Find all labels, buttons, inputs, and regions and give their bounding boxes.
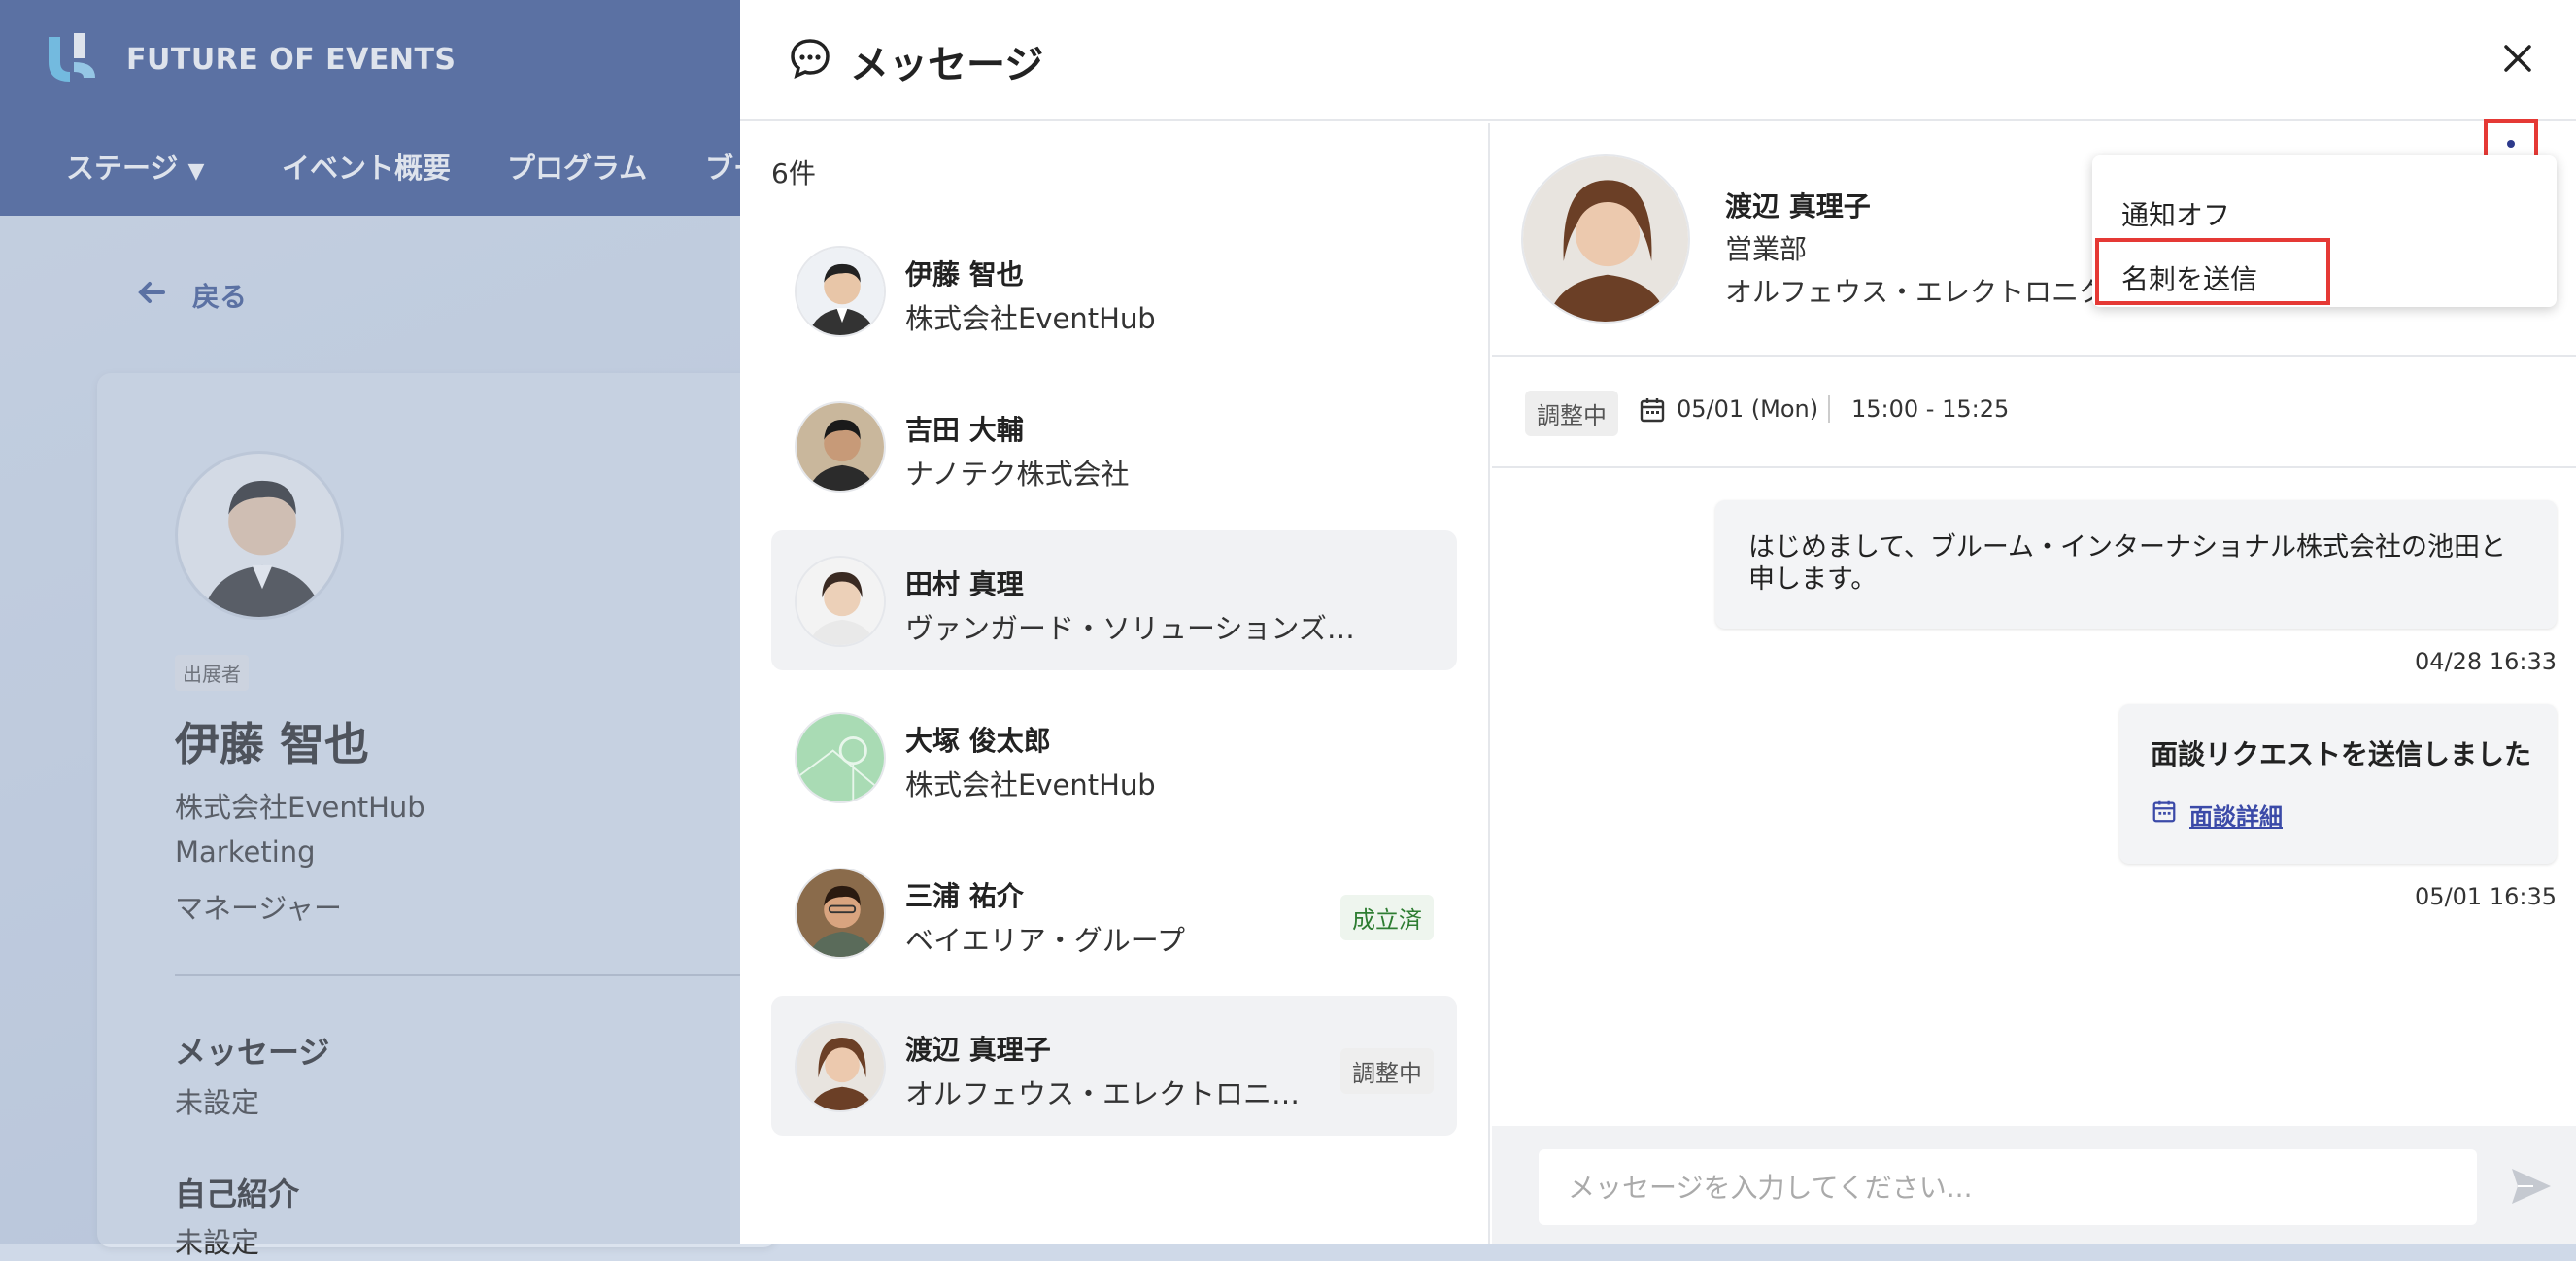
contact-name: 渡辺 真理子 [905, 1034, 1051, 1066]
calendar-icon [1640, 398, 1665, 423]
contact-avatar [795, 556, 886, 647]
message-bubble: はじめまして、ブルーム・インターナショナル株式会社の池田と申します。 [1715, 500, 2557, 629]
contact-avatar [795, 246, 886, 337]
contact-name: 大塚 俊太郎 [905, 725, 1051, 757]
contact-name: 吉田 大輔 [905, 414, 1024, 446]
menu-item-mute-notifications[interactable]: 通知オフ [2121, 194, 2230, 233]
calendar-icon [2152, 800, 2176, 823]
contact-list-pane: 6件 伊藤 智也 株式会社EventHub 吉田 大輔 ナノテク株式会社 田村 … [740, 123, 1490, 1244]
meeting-request-bubble: 面談リクエストを送信しました 面談詳細 [2119, 704, 2557, 864]
contact-name: 三浦 祐介 [905, 880, 1024, 912]
conversation-dept: 営業部 [1725, 233, 1808, 265]
contact-count: 6件 [771, 157, 816, 189]
contact-avatar [795, 712, 886, 803]
conversation-avatar [1521, 154, 1690, 324]
contact-avatar [795, 401, 886, 493]
status-badge: 調整中 [1340, 1048, 1434, 1094]
composer-bar [1492, 1126, 2576, 1244]
separator [1828, 395, 1830, 423]
message-timestamp: 04/28 16:33 [2415, 648, 2557, 675]
message-drawer: メッセージ 6件 伊藤 智也 株式会社EventHub 吉田 大輔 ナノテク株式… [740, 0, 2576, 1244]
message-input[interactable] [1539, 1149, 2477, 1225]
contact-avatar [795, 1021, 886, 1112]
contact-item[interactable]: 吉田 大輔 ナノテク株式会社 [771, 376, 1457, 516]
message-timestamp: 05/01 16:35 [2415, 883, 2557, 910]
contact-org: ベイエリア・グループ [905, 924, 1185, 957]
drawer-title: メッセージ [850, 43, 1044, 87]
send-icon[interactable] [2508, 1165, 2555, 1208]
menu-item-highlight [2095, 238, 2330, 305]
meeting-info-bar: 調整中 05/01 (Mon) 15:00 - 15:25 [1492, 357, 2576, 468]
contact-org: ヴァンガード・ソリューションズ合同会社 [905, 612, 1362, 645]
contact-item[interactable]: 大塚 俊太郎 株式会社EventHub [771, 687, 1457, 827]
contact-item[interactable]: 田村 真理 ヴァンガード・ソリューションズ合同会社 [771, 530, 1457, 670]
overlay-backdrop[interactable] [0, 0, 740, 1244]
meeting-date: 05/01 (Mon) [1677, 395, 1819, 423]
contact-org: 株式会社EventHub [905, 302, 1156, 335]
meeting-details-link[interactable]: 面談詳細 [2189, 798, 2283, 832]
contact-avatar [795, 868, 886, 959]
conversation-org: オルフェウス・エレクトロニク [1725, 276, 2107, 308]
meeting-time: 15:00 - 15:25 [1851, 395, 2010, 423]
contact-org: ナノテク株式会社 [905, 458, 1130, 491]
message-text: はじめまして、ブルーム・インターナショナル株式会社の池田と申します。 [1748, 532, 2507, 595]
contact-name: 伊藤 智也 [905, 258, 1024, 290]
conversation-name: 渡辺 真理子 [1725, 190, 1871, 222]
contact-org: 株式会社EventHub [905, 768, 1156, 801]
chat-bubble-icon [791, 39, 830, 80]
contact-item[interactable]: 渡辺 真理子 オルフェウス・エレクトロニクス 調整中 [771, 996, 1457, 1136]
meeting-status-badge: 調整中 [1525, 391, 1618, 436]
contact-org: オルフェウス・エレクトロニクス [905, 1077, 1313, 1110]
meeting-request-title: 面談リクエストを送信しました [2151, 738, 2532, 770]
close-icon[interactable] [2498, 39, 2537, 78]
contact-item[interactable]: 三浦 祐介 ベイエリア・グループ 成立済 [771, 842, 1457, 982]
contact-item[interactable]: 伊藤 智也 株式会社EventHub [771, 221, 1457, 360]
status-badge: 成立済 [1340, 895, 1434, 940]
contact-name: 田村 真理 [905, 568, 1024, 600]
drawer-header: メッセージ [740, 0, 2576, 121]
